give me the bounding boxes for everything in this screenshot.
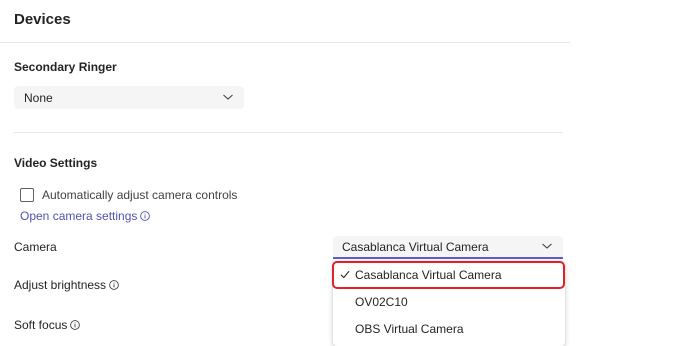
camera-option[interactable]: OBS Virtual Camera (333, 316, 565, 342)
adjust-brightness-label: Adjust brightness (14, 278, 107, 292)
chevron-down-icon (542, 243, 552, 249)
section-divider (14, 132, 563, 133)
auto-adjust-label[interactable]: Automatically adjust camera controls (42, 188, 237, 202)
chevron-down-icon (223, 94, 233, 100)
header-divider (0, 42, 570, 43)
camera-option[interactable]: OV02C10 (333, 289, 565, 315)
secondary-ringer-title: Secondary Ringer (14, 60, 117, 74)
soft-focus-label: Soft focus (14, 318, 68, 332)
camera-option-label: OBS Virtual Camera (355, 322, 464, 336)
info-icon (140, 211, 151, 221)
checkmark-icon (340, 270, 350, 279)
secondary-ringer-select[interactable]: None (14, 86, 244, 109)
video-settings-title: Video Settings (14, 156, 98, 170)
camera-option[interactable]: Casablanca Virtual Camera (333, 262, 565, 288)
open-camera-settings-label[interactable]: Open camera settings (20, 209, 137, 223)
adjust-brightness-row: Adjust brightness (14, 278, 119, 292)
open-camera-settings-link[interactable]: Open camera settings (20, 209, 151, 223)
auto-adjust-checkbox[interactable] (20, 188, 34, 202)
page-title: Devices (14, 11, 71, 28)
soft-focus-row: Soft focus (14, 318, 81, 332)
secondary-ringer-value: None (24, 90, 53, 105)
camera-label: Camera (14, 240, 57, 254)
camera-select[interactable]: Casablanca Virtual Camera (333, 236, 563, 259)
info-icon[interactable] (70, 320, 81, 330)
info-icon[interactable] (109, 280, 119, 290)
camera-select-value: Casablanca Virtual Camera (342, 239, 489, 254)
camera-dropdown-menu: Casablanca Virtual Camera OV02C10 OBS Vi… (333, 261, 565, 346)
camera-option-label: Casablanca Virtual Camera (355, 268, 502, 282)
camera-option-label: OV02C10 (355, 295, 408, 309)
